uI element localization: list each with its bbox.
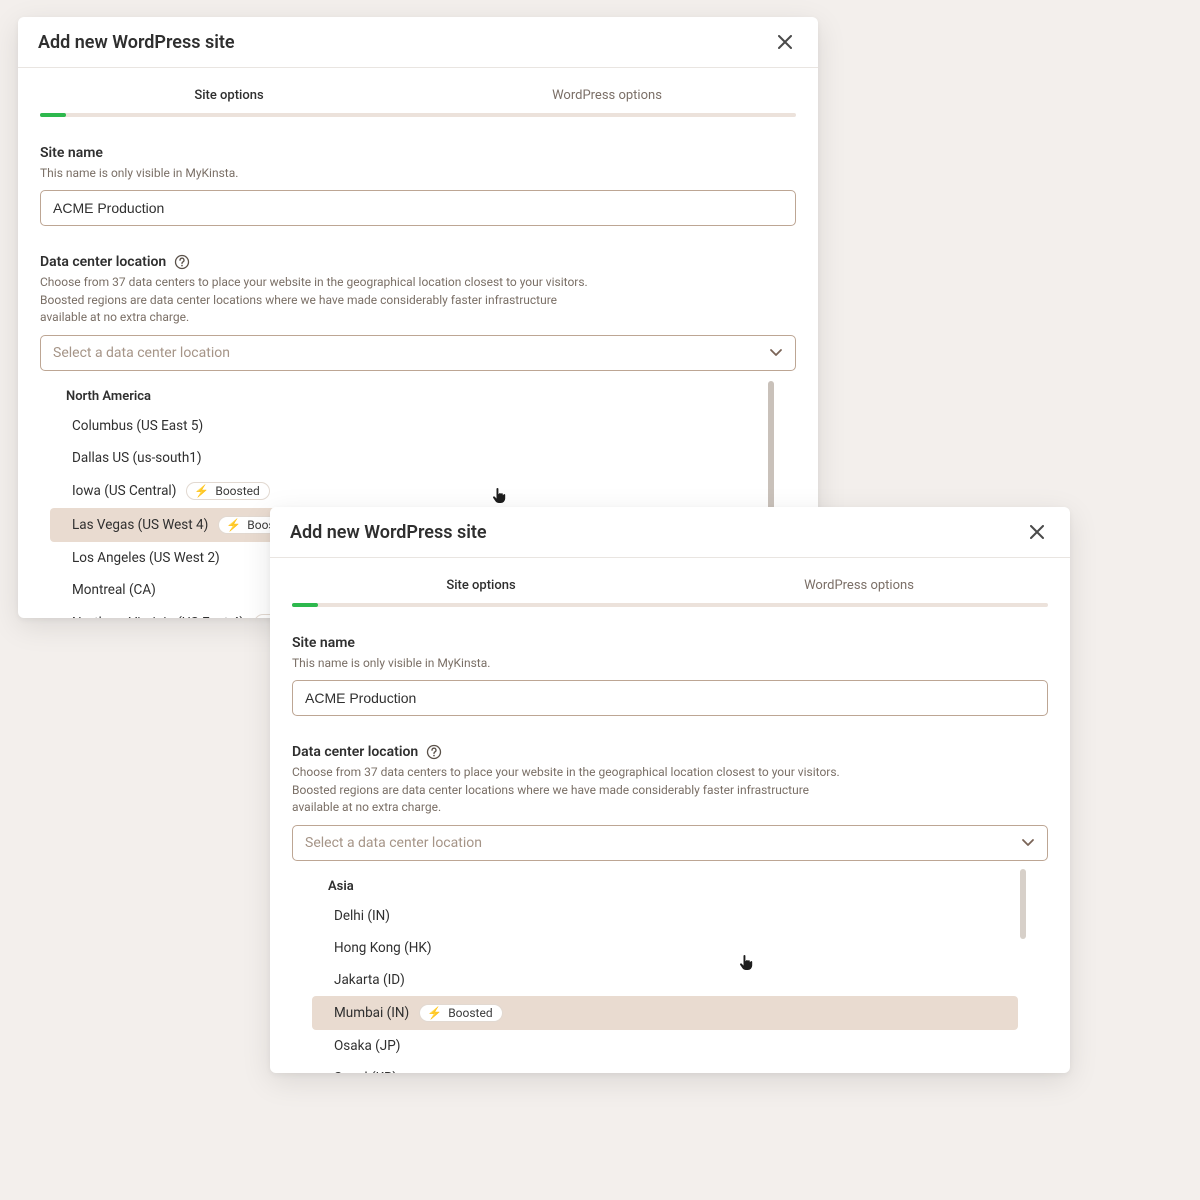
option-label: Hong Kong (HK) — [334, 940, 432, 956]
tab-site-options[interactable]: Site options — [292, 572, 670, 603]
data-center-option[interactable]: Delhi (IN) — [312, 900, 1018, 932]
data-center-select[interactable]: Select a data center location — [40, 335, 796, 371]
site-name-input[interactable] — [40, 190, 796, 226]
boosted-label: Boosted — [448, 1006, 492, 1020]
option-label: Las Vegas (US West 4) — [72, 517, 208, 533]
bolt-icon: ⚡ — [226, 519, 241, 531]
select-placeholder: Select a data center location — [53, 345, 230, 361]
data-center-option[interactable]: Osaka (JP) — [312, 1030, 1018, 1062]
data-center-label-text: Data center location — [292, 744, 418, 760]
data-center-desc: Choose from 37 data centers to place you… — [40, 274, 600, 326]
option-label: Osaka (JP) — [334, 1038, 400, 1054]
data-center-dropdown: Asia Delhi (IN) Hong Kong (HK) Jakarta (ID)… — [312, 867, 1030, 1073]
close-icon — [778, 35, 792, 49]
progress-track — [40, 113, 796, 117]
site-name-section: Site name This name is only visible in M… — [270, 635, 1070, 716]
data-center-label: Data center location — [40, 254, 796, 270]
close-button[interactable] — [774, 31, 796, 53]
site-name-desc: This name is only visible in MyKinsta. — [40, 165, 600, 182]
option-label: Jakarta (ID) — [334, 972, 405, 988]
data-center-option[interactable]: Mumbai (IN) ⚡ Boosted — [312, 996, 1018, 1030]
boosted-label: Boosted — [215, 484, 259, 498]
boosted-badge: ⚡ Boosted — [419, 1004, 502, 1022]
boosted-badge: ⚡ Boosted — [186, 482, 269, 500]
option-label: Columbus (US East 5) — [72, 418, 203, 434]
data-center-option[interactable]: Seoul (KR) — [312, 1062, 1018, 1073]
option-label: Iowa (US Central) — [72, 483, 176, 499]
help-icon[interactable] — [426, 744, 442, 760]
progress-bar — [292, 603, 318, 607]
data-center-label: Data center location — [292, 744, 1048, 760]
data-center-label-text: Data center location — [40, 254, 166, 270]
data-center-option[interactable]: Columbus (US East 5) — [50, 410, 766, 442]
option-label: Montreal (CA) — [72, 582, 156, 598]
site-name-input[interactable] — [292, 680, 1048, 716]
modal-title: Add new WordPress site — [38, 32, 235, 53]
help-icon[interactable] — [174, 254, 190, 270]
progress-track — [292, 603, 1048, 607]
progress-bar — [40, 113, 66, 117]
chevron-down-icon — [769, 346, 783, 360]
close-icon — [1030, 525, 1044, 539]
select-placeholder: Select a data center location — [305, 835, 482, 851]
add-site-modal-asia: Add new WordPress site Site options Word… — [270, 507, 1070, 1073]
site-name-label: Site name — [40, 145, 796, 161]
data-center-option[interactable]: Hong Kong (HK) — [312, 932, 1018, 964]
option-label: Mumbai (IN) — [334, 1005, 409, 1021]
site-name-desc: This name is only visible in MyKinsta. — [292, 655, 852, 672]
bolt-icon: ⚡ — [194, 485, 209, 497]
tab-wordpress-options[interactable]: WordPress options — [418, 82, 796, 113]
option-label: Seoul (KR) — [334, 1070, 397, 1073]
tab-wordpress-options[interactable]: WordPress options — [670, 572, 1048, 603]
site-name-section: Site name This name is only visible in M… — [18, 145, 818, 226]
dropdown-inner: Asia Delhi (IN) Hong Kong (HK) Jakarta (ID)… — [312, 867, 1030, 1073]
modal-title: Add new WordPress site — [290, 522, 487, 543]
tabs: Site options WordPress options — [18, 82, 818, 113]
data-center-option[interactable]: Jakarta (ID) — [312, 964, 1018, 996]
tabs: Site options WordPress options — [270, 572, 1070, 603]
close-button[interactable] — [1026, 521, 1048, 543]
site-name-label: Site name — [292, 635, 1048, 651]
data-center-option[interactable]: Iowa (US Central) ⚡ Boosted — [50, 474, 766, 508]
modal-header: Add new WordPress site — [18, 17, 818, 68]
data-center-option[interactable]: Dallas US (us-south1) — [50, 442, 766, 474]
modal-header: Add new WordPress site — [270, 507, 1070, 558]
option-group-header: North America — [50, 381, 778, 410]
option-label: Los Angeles (US West 2) — [72, 550, 220, 566]
bolt-icon: ⚡ — [427, 1007, 442, 1019]
option-group-header: Asia — [312, 871, 1030, 900]
tab-site-options[interactable]: Site options — [40, 82, 418, 113]
option-label: Northern Virginia (US East 4) — [72, 615, 244, 618]
scrollbar-thumb[interactable] — [1020, 869, 1026, 939]
data-center-select[interactable]: Select a data center location — [292, 825, 1048, 861]
data-center-desc: Choose from 37 data centers to place you… — [292, 764, 852, 816]
chevron-down-icon — [1021, 836, 1035, 850]
option-label: Dallas US (us-south1) — [72, 450, 202, 466]
option-label: Delhi (IN) — [334, 908, 390, 924]
data-center-section: Data center location Choose from 37 data… — [270, 744, 1070, 1073]
